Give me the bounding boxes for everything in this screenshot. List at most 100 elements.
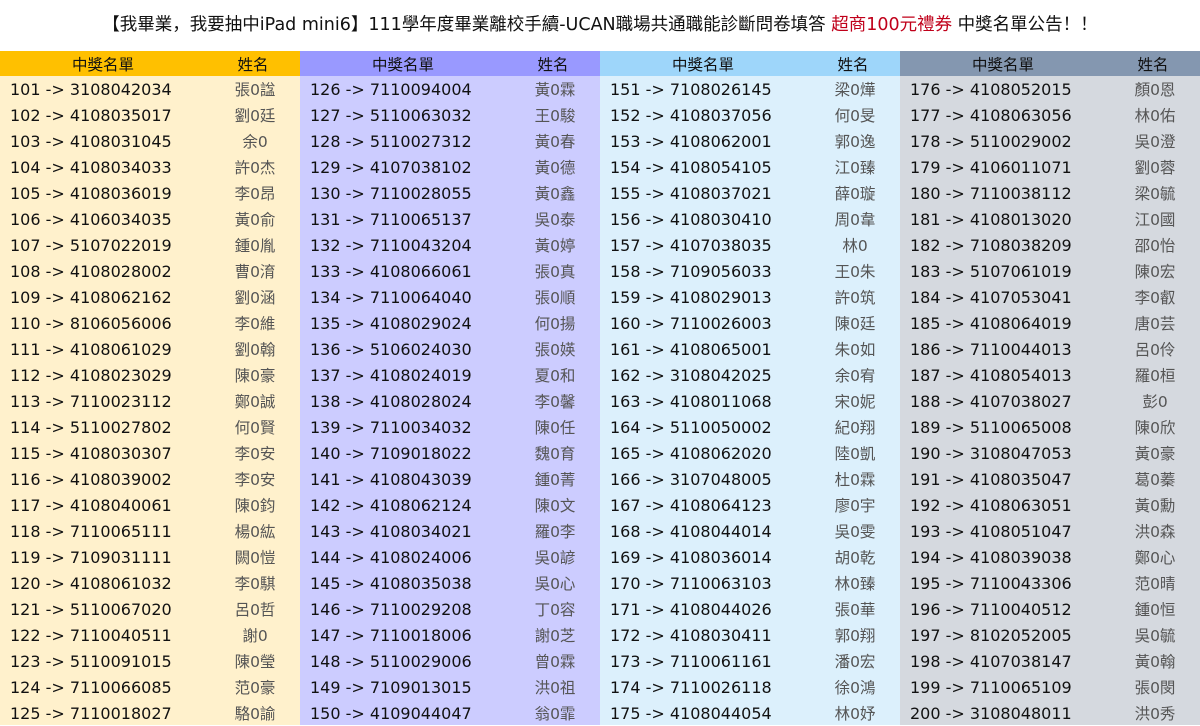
winners-column: 中獎名單 姓名 151 -> 7108026145 梁0燁 152 -> 4108037…: [600, 51, 900, 725]
table-row: 200 -> 3108048011 洪0秀: [900, 700, 1200, 726]
table-row: 161 -> 4108065001 朱0如: [600, 336, 900, 362]
winner-code: 120 -> 4108061032: [10, 573, 172, 593]
winner-code: 117 -> 4108040061: [10, 495, 172, 515]
header-winner-list: 中獎名單: [971, 55, 1034, 74]
winner-code: 197 -> 8102052005: [910, 625, 1072, 645]
table-row: 123 -> 5110091015 陳0瑩: [0, 648, 300, 674]
table-row: 146 -> 7110029208 丁0容: [300, 596, 600, 622]
winner-code: 107 -> 5107022019: [10, 235, 172, 255]
winner-code: 129 -> 4107038102: [310, 157, 472, 177]
table-row: 164 -> 5110050002 紀0翔: [600, 414, 900, 440]
winner-code: 169 -> 4108036014: [610, 547, 772, 567]
winner-name: 張0諡: [234, 81, 276, 99]
winner-name: 江0臻: [834, 159, 876, 177]
winner-code: 153 -> 4108062001: [610, 131, 772, 151]
winner-name: 謝0芝: [534, 627, 576, 645]
winner-name: 劉0蓉: [1134, 159, 1176, 177]
header-name: 姓名: [1137, 55, 1169, 74]
table-row: 167 -> 4108064123 廖0宇: [600, 492, 900, 518]
header-winner-list: 中獎名單: [671, 55, 734, 74]
table-row: 108 -> 4108028002 曹0淯: [0, 258, 300, 284]
header-name: 姓名: [837, 55, 869, 74]
winner-code: 160 -> 7110026003: [610, 313, 772, 333]
winner-code: 200 -> 3108048011: [910, 703, 1072, 723]
winner-name: 潘0宏: [834, 653, 876, 671]
table-row: 187 -> 4108054013 羅0桓: [900, 362, 1200, 388]
winner-name: 劉0廷: [234, 107, 276, 125]
winner-name: 張0華: [834, 601, 876, 619]
table-row: 191 -> 4108035047 葛0蓁: [900, 466, 1200, 492]
winner-name: 張0順: [534, 289, 576, 307]
table-row: 184 -> 4107053041 李0叡: [900, 284, 1200, 310]
winner-name: 吳0諺: [534, 549, 576, 567]
table-row: 114 -> 5110027802 何0賢: [0, 414, 300, 440]
table-row: 165 -> 4108062020 陸0凱: [600, 440, 900, 466]
winner-code: 111 -> 4108061029: [10, 339, 172, 359]
table-row: 168 -> 4108044014 吳0雯: [600, 518, 900, 544]
winner-code: 135 -> 4108029024: [310, 313, 472, 333]
table-row: 198 -> 4107038147 黃0翰: [900, 648, 1200, 674]
winner-name: 黃0勳: [1134, 497, 1176, 515]
table-row: 105 -> 4108036019 李0昂: [0, 180, 300, 206]
winner-name: 何0揚: [534, 315, 576, 333]
table-row: 194 -> 4108039038 鄭0心: [900, 544, 1200, 570]
table-row: 181 -> 4108013020 江0國: [900, 206, 1200, 232]
winner-code: 196 -> 7110040512: [910, 599, 1072, 619]
winner-code: 184 -> 4107053041: [910, 287, 1072, 307]
winners-column: 中獎名單 姓名 176 -> 4108052015 顏0恩 177 -> 4108063…: [900, 51, 1200, 725]
header-name: 姓名: [237, 55, 269, 74]
winner-name: 黃0鑫: [534, 185, 576, 203]
winner-name: 吳0毓: [1134, 627, 1176, 645]
winner-code: 158 -> 7109056033: [610, 261, 772, 281]
table-row: 166 -> 3107048005 杜0霖: [600, 466, 900, 492]
table-row: 137 -> 4108024019 夏0和: [300, 362, 600, 388]
winner-code: 136 -> 5106024030: [310, 339, 472, 359]
winner-name: 鄭0心: [1134, 549, 1176, 567]
table-row: 116 -> 4108039002 李0安: [0, 466, 300, 492]
winner-name: 謝0: [242, 627, 268, 645]
table-row: 178 -> 5110029002 吳0澄: [900, 128, 1200, 154]
table-row: 120 -> 4108061032 李0騏: [0, 570, 300, 596]
winner-name: 彭0: [1142, 393, 1168, 411]
table-row: 150 -> 4109044047 翁0霏: [300, 700, 600, 726]
winner-name: 李0昂: [234, 185, 276, 203]
table-row: 160 -> 7110026003 陳0廷: [600, 310, 900, 336]
winner-name: 唐0芸: [1134, 315, 1176, 333]
winner-code: 191 -> 4108035047: [910, 469, 1072, 489]
winner-name: 胡0乾: [834, 549, 876, 567]
winner-code: 139 -> 7110034032: [310, 417, 472, 437]
winner-name: 李0安: [234, 445, 276, 463]
winner-code: 118 -> 7110065111: [10, 521, 172, 541]
table-row: 142 -> 4108062124 陳0文: [300, 492, 600, 518]
winner-code: 175 -> 4108044054: [610, 703, 772, 723]
table-row: 162 -> 3108042025 余0宥: [600, 362, 900, 388]
winner-code: 104 -> 4108034033: [10, 157, 172, 177]
table-row: 147 -> 7110018006 謝0芝: [300, 622, 600, 648]
winner-name: 曹0淯: [234, 263, 276, 281]
winner-name: 廖0宇: [834, 497, 876, 515]
table-row: 134 -> 7110064040 張0順: [300, 284, 600, 310]
winner-name: 王0駿: [534, 107, 576, 125]
header-winner-list: 中獎名單: [371, 55, 434, 74]
table-row: 172 -> 4108030411 郭0翔: [600, 622, 900, 648]
winner-code: 162 -> 3108042025: [610, 365, 772, 385]
winner-code: 172 -> 4108030411: [610, 625, 772, 645]
table-row: 157 -> 4107038035 林0: [600, 232, 900, 258]
winner-name: 林0臻: [834, 575, 876, 593]
winner-code: 141 -> 4108043039: [310, 469, 472, 489]
table-row: 135 -> 4108029024 何0揚: [300, 310, 600, 336]
winner-name: 李0騏: [234, 575, 276, 593]
table-row: 174 -> 7110026118 徐0鴻: [600, 674, 900, 700]
winner-name: 楊0紘: [234, 523, 276, 541]
winner-name: 范0豪: [234, 679, 276, 697]
column-header: 中獎名單 姓名: [0, 51, 300, 76]
winner-code: 110 -> 8106056006: [10, 313, 172, 333]
winner-name: 陳0宏: [1134, 263, 1176, 281]
table-row: 159 -> 4108029013 許0筑: [600, 284, 900, 310]
winner-name: 邵0怡: [1134, 237, 1176, 255]
winners-board: 中獎名單 姓名 101 -> 3108042034 張0諡 102 -> 4108035…: [0, 51, 1200, 725]
winner-name: 黃0翰: [1134, 653, 1176, 671]
table-row: 176 -> 4108052015 顏0恩: [900, 76, 1200, 102]
winner-code: 188 -> 4107038027: [910, 391, 1072, 411]
table-row: 188 -> 4107038027 彭0: [900, 388, 1200, 414]
